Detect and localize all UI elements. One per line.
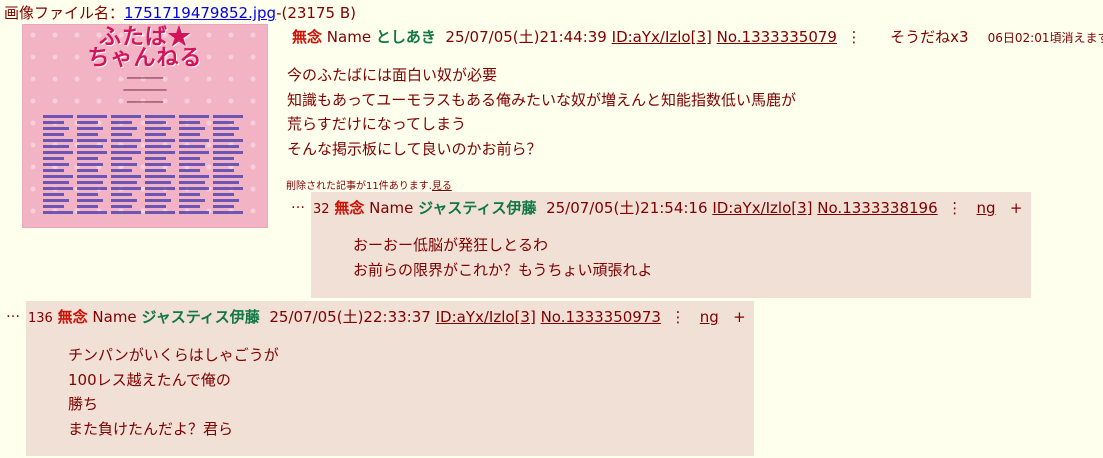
reply-number-link[interactable]: No.1333350973 (541, 308, 661, 326)
reply-body-line: 100レス越えたんで俺の (68, 370, 231, 389)
op-body-line: 荒らすだけになってしまう (287, 115, 466, 133)
reply-menu-icon[interactable]: ⋮ (947, 199, 962, 217)
op-body: 今のふたばには面白い奴が必要 知識もあってユーモラスもある俺みたいな奴が増えんと… (287, 63, 796, 161)
reply-name-label: Name (369, 199, 414, 217)
thumbnail-logo-line2: ちゃんねる (87, 45, 203, 71)
reply-subject: 無念 (334, 199, 365, 217)
op-datetime: 25/07/05(土)21:44:39 (445, 28, 607, 46)
op-body-line: 今のふたばには面白い奴が必要 (287, 66, 498, 84)
reply-name-label: Name (92, 308, 137, 326)
op-body-line: そんな掲示板にして良いのかお前ら？ (287, 139, 542, 158)
reply-datetime: 25/07/05(土)21:54:16 (546, 199, 708, 217)
thumbnail-caption: ━━━━━━━━━━ (126, 99, 164, 106)
reply-number: 136 (28, 311, 53, 326)
reply-id-link[interactable]: ID:aYx/Izlo[3] (712, 199, 812, 217)
reply-body-line: 勝ち (68, 395, 99, 413)
reply-post: 136 無念 Name ジャスティス伊藤 25/07/05(土)22:33:37… (26, 301, 754, 456)
reply-number-link[interactable]: No.1333338196 (817, 199, 937, 217)
op-sodane-button[interactable]: そうだねx3 (890, 28, 968, 46)
op-menu-icon[interactable]: ⋮ (847, 28, 862, 46)
reply-subject: 無念 (57, 308, 88, 326)
reply-menu-icon[interactable]: ⋮ (670, 308, 685, 326)
reply-name: ジャスティス伊藤 (141, 308, 260, 326)
thumbnail-caption: ━━━━━━━━━━━━ (123, 87, 167, 94)
reply-plus-button[interactable]: + (1010, 199, 1023, 217)
reply-body-line: また負けたんだよ？君ら (68, 419, 234, 438)
reply-body: チンパンがいくらはしゃごうが 100レス越えたんで俺の 勝ち また負けたんだよ？… (68, 343, 279, 441)
reply-ng-button[interactable]: ng (977, 199, 996, 217)
reply-ng-button[interactable]: ng (700, 308, 719, 326)
reply-body-line: チンパンがいくらはしゃごうが (68, 346, 279, 364)
reply-body: おーおー低脳が発狂しとるわ お前らの限界がこれか？もうちょい頑張れよ (353, 233, 653, 282)
reply-body-line: お前らの限界がこれか？もうちょい頑張れよ (353, 260, 653, 279)
thread-image-thumbnail[interactable]: ふたば★ ちゃんねる ━━━━━━━━━━ ━━━━━━━━━━━━ ━━━━━… (22, 24, 268, 228)
reply-post: 32 無念 Name ジャスティス伊藤 25/07/05(土)21:54:16 … (311, 192, 1031, 298)
deleted-posts-text: 削除された記事が11件あります. (286, 181, 432, 192)
op-name: としあき (375, 28, 436, 46)
op-name-label: Name (326, 28, 372, 46)
op-id-link[interactable]: ID:aYx/Izlo[3] (612, 28, 712, 46)
thumbnail-logo: ふたば★ ちゃんねる (23, 26, 267, 71)
op-body-line: 知識もあってユーモラスもある俺みたいな奴が増えんと知能指数低い馬鹿が (287, 90, 796, 109)
file-label: 画像ファイル名： (4, 4, 125, 22)
reply-ellipsis: … (6, 305, 20, 321)
reply-header: 136 無念 Name ジャスティス伊藤 25/07/05(土)22:33:37… (28, 306, 746, 327)
thumbnail-link-grid (43, 111, 243, 221)
op-expire-time: 06日02:01頃消えます (987, 31, 1103, 45)
reply-plus-button[interactable]: + (733, 308, 746, 326)
reply-id-link[interactable]: ID:aYx/Izlo[3] (436, 308, 536, 326)
thumbnail-caption: ━━━━━━━━━━ (126, 75, 164, 82)
reply-datetime: 25/07/05(土)22:33:37 (269, 308, 431, 326)
file-info: 画像ファイル名：1751719479852.jpg-(23175 B) (4, 2, 356, 23)
reply-header: 32 無念 Name ジャスティス伊藤 25/07/05(土)21:54:16 … (313, 197, 1022, 218)
op-subject: 無念 (292, 28, 323, 46)
file-size: -(23175 B) (276, 4, 356, 22)
op-header: 無念 Name としあき 25/07/05(土)21:44:39 ID:aYx/… (292, 26, 1103, 47)
reply-name: ジャスティス伊藤 (418, 199, 537, 217)
reply-body-line: おーおー低脳が発狂しとるわ (353, 236, 549, 254)
op-number-link[interactable]: No.1333335079 (717, 28, 837, 46)
reply-ellipsis: … (291, 196, 305, 212)
deleted-posts-view-link[interactable]: 見る (432, 181, 452, 192)
deleted-posts-note: 削除された記事が11件あります.見る (286, 177, 452, 192)
reply-number: 32 (313, 202, 330, 217)
file-link[interactable]: 1751719479852.jpg (124, 4, 276, 22)
